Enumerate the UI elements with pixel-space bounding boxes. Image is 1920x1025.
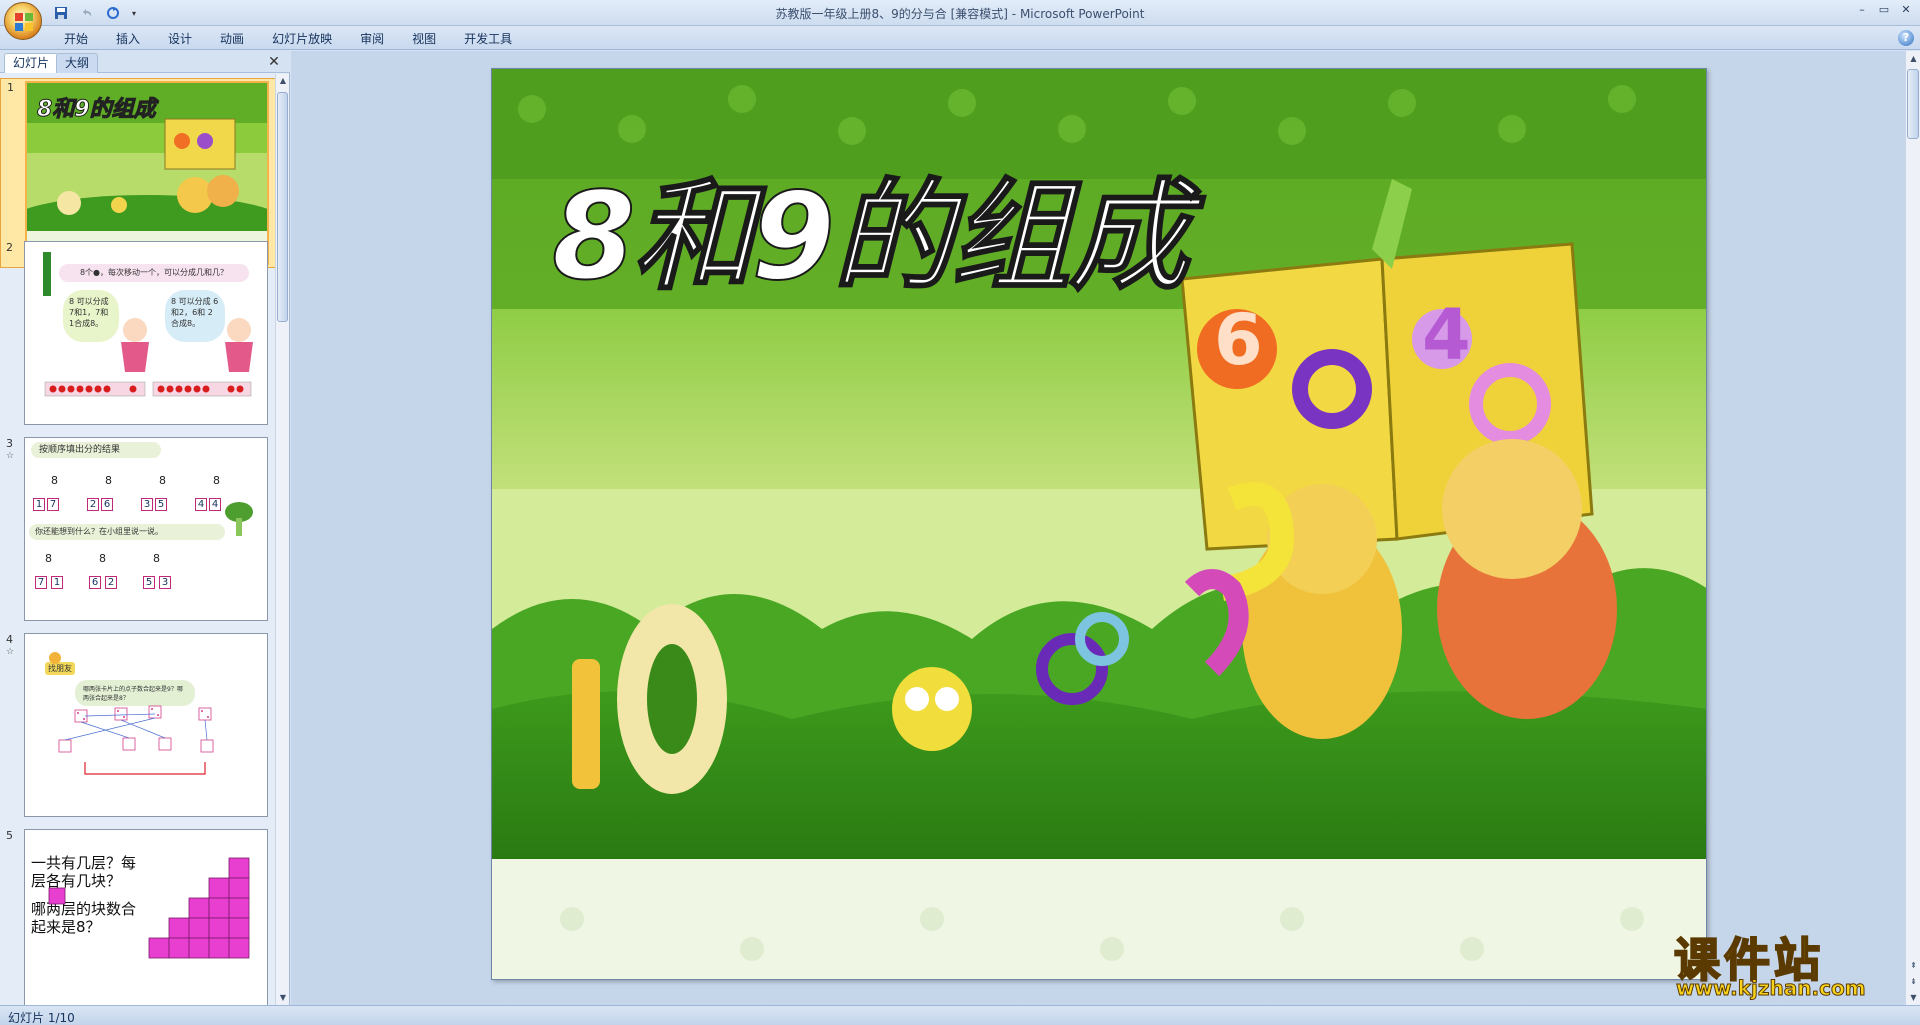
pair-box: 5	[155, 498, 167, 511]
pair-box: 3	[159, 576, 171, 589]
tree-top: 8	[105, 474, 112, 487]
slide-number: 3	[6, 437, 13, 450]
tab-home[interactable]: 开始	[50, 30, 102, 48]
minimize-button[interactable]: –	[1852, 2, 1872, 18]
scroll-down-icon[interactable]: ▼	[1906, 990, 1920, 1005]
book-number-4: 4	[1422, 294, 1471, 376]
tab-design[interactable]: 设计	[154, 30, 206, 48]
scrollbar-thumb[interactable]	[277, 92, 288, 322]
pair-box: 1	[33, 498, 45, 511]
slide-canvas: 8和9的组成 6 8 4 9	[291, 51, 1905, 1005]
watermark-url: www.kjzhan.com	[1676, 976, 1867, 1001]
scroll-down-icon[interactable]: ▼	[276, 991, 290, 1005]
animation-star-icon: ☆	[6, 647, 15, 657]
window-title: 苏教版一年级上册8、9的分与合 [兼容模式] - Microsoft Power…	[775, 7, 1145, 21]
pair-box: 1	[51, 576, 63, 589]
slides-pane: 幻灯片 大纲 ✕ 1 8和9的组成 2 8个●，每次移动一个，可以分成几和几？ …	[0, 51, 290, 1005]
slide-counter: 幻灯片 1/10	[8, 1011, 75, 1025]
book-numbers: 6 8 4 9	[492, 69, 1706, 979]
tab-slides[interactable]: 幻灯片	[4, 53, 59, 73]
tab-developer[interactable]: 开发工具	[450, 30, 526, 48]
slide-thumb-header: 按顺序填出分的结果	[31, 442, 161, 458]
pair-box: 3	[141, 498, 153, 511]
book-number-6: 6	[1214, 299, 1263, 381]
ribbon: 开始 插入 设计 动画 幻灯片放映 审阅 视图 开发工具 ?	[0, 26, 1920, 50]
slide-thumb-question: 你还能想到什么？在小组里说一说。	[29, 524, 225, 540]
close-button[interactable]: ✕	[1896, 2, 1916, 18]
window-controls: – ▭ ✕	[1852, 2, 1916, 18]
scroll-up-icon[interactable]: ▲	[1906, 51, 1920, 66]
tab-slideshow[interactable]: 幻灯片放映	[258, 30, 346, 48]
pair-boxes-row-2: 7 1 6 2 5 3	[31, 576, 261, 590]
tree-top: 8	[153, 552, 160, 565]
tab-view[interactable]: 视图	[398, 30, 450, 48]
kjzhan-watermark: 课件站 www.kjzhan.com	[1668, 924, 1908, 1002]
pair-box: 7	[47, 498, 59, 511]
tree-top: 8	[213, 474, 220, 487]
slide-thumbnails: 1 8和9的组成 2 8个●，每次移动一个，可以分成几和几？ 8 可以分成 7和…	[0, 74, 276, 1005]
next-slide-icon[interactable]: ⇟	[1906, 974, 1920, 989]
slide-thumb-image: 8个●，每次移动一个，可以分成几和几？ 8 可以分成 7和1，7和 1合成8。 …	[24, 241, 268, 425]
slide-number: 5	[6, 829, 13, 842]
pair-box: 5	[143, 576, 155, 589]
slide-thumbnail-4[interactable]: 4 ☆ 找朋友 哪两张卡片上的点子数合起来是9？哪两张合起来是8？	[0, 631, 276, 821]
main-slide[interactable]: 8和9的组成 6 8 4 9	[491, 68, 1707, 980]
slide-number: 1	[7, 81, 14, 94]
ribbon-tabs: 开始 插入 设计 动画 幻灯片放映 审阅 视图 开发工具	[50, 30, 526, 48]
slide-thumb-title: 8和9的组成	[37, 97, 157, 123]
slide-thumbnail-3[interactable]: 3 ☆ 按顺序填出分的结果 8 8 8 8 1 7 2 6 3 5 4 4 你还…	[0, 435, 276, 625]
pane-tabs: 幻灯片 大纲 ✕	[0, 51, 290, 73]
tree-top: 8	[45, 552, 52, 565]
tree-top: 8	[99, 552, 106, 565]
scroll-up-icon[interactable]: ▲	[276, 74, 290, 88]
tab-insert[interactable]: 插入	[102, 30, 154, 48]
status-bar: 幻灯片 1/10	[0, 1005, 1920, 1025]
maximize-button[interactable]: ▭	[1874, 2, 1894, 18]
tab-outline[interactable]: 大纲	[56, 53, 99, 73]
pair-box: 2	[87, 498, 99, 511]
slide-thumb-image: 8和9的组成	[25, 81, 269, 265]
pair-box: 4	[209, 498, 221, 511]
slide-thumb-image: 按顺序填出分的结果 8 8 8 8 1 7 2 6 3 5 4 4 你还能想到什…	[24, 437, 268, 621]
office-button[interactable]	[4, 2, 42, 40]
slide-number: 2	[6, 241, 13, 254]
pair-box: 4	[195, 498, 207, 511]
canvas-scrollbar[interactable]: ▲ ⇞ ⇟ ▼	[1905, 51, 1920, 1005]
slide-thumb-image: 一共有几层？每层各有几块？ 哪两层的块数合起来是8？	[24, 829, 268, 1005]
thumbnails-scrollbar[interactable]: ▲ ▼	[275, 74, 289, 1005]
slide-number: 4	[6, 633, 13, 646]
slide-thumb-image: 找朋友 哪两张卡片上的点子数合起来是9？哪两张合起来是8？	[24, 633, 268, 817]
tab-review[interactable]: 审阅	[346, 30, 398, 48]
tree-top: 8	[51, 474, 58, 487]
pane-close-icon[interactable]: ✕	[266, 54, 282, 70]
scrollbar-thumb[interactable]	[1907, 69, 1919, 139]
tree-top: 8	[159, 474, 166, 487]
title-bar: ▾ 苏教版一年级上册8、9的分与合 [兼容模式] - Microsoft Pow…	[0, 0, 1920, 40]
animation-star-icon: ☆	[6, 451, 15, 461]
pair-box: 7	[35, 576, 47, 589]
slide-thumbnail-5[interactable]: 5 一共有几层？每层各有几块？ 哪两层的块数合起来是8？	[0, 827, 276, 1005]
tab-animations[interactable]: 动画	[206, 30, 258, 48]
pair-box: 6	[89, 576, 101, 589]
slide-thumbnail-2[interactable]: 2 8个●，每次移动一个，可以分成几和几？ 8 可以分成 7和1，7和 1合成8…	[0, 239, 276, 429]
pair-box: 2	[105, 576, 117, 589]
prev-slide-icon[interactable]: ⇞	[1906, 958, 1920, 973]
office-logo-icon	[15, 13, 33, 31]
help-icon[interactable]: ?	[1898, 30, 1914, 46]
pair-box: 6	[101, 498, 113, 511]
